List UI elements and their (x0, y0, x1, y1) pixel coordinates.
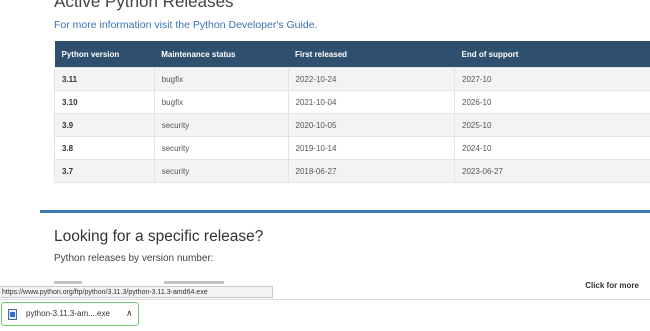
release-end-of-support: 2027-10 (455, 68, 650, 91)
release-first-released: 2020-10-05 (288, 114, 455, 137)
release-end-of-support: 2023-06-27 (455, 160, 650, 183)
section-divider (40, 210, 650, 213)
table-row: 3.9 security 2020-10-05 2025-10 (55, 114, 650, 137)
table-row: 3.7 security 2018-06-27 2023-06-27 (55, 160, 650, 183)
specific-release-title: Looking for a specific release? (54, 228, 263, 246)
chevron-up-icon[interactable]: ∧ (126, 308, 133, 319)
table-row: 3.10 bugfix 2021-10-04 2026-10 (55, 91, 650, 114)
release-version: 3.7 (55, 160, 155, 183)
click-for-more-link[interactable]: Click for more (585, 281, 639, 290)
file-icon (8, 309, 17, 320)
table-header-row: Python version Maintenance status First … (55, 41, 650, 68)
developer-guide-link[interactable]: For more information visit the Python De… (54, 19, 317, 31)
release-version: 3.10 (55, 91, 155, 114)
release-status: security (154, 160, 288, 183)
status-bar-url: https://www.python.org/ftp/python/3.11.3… (0, 286, 273, 298)
header-end-of-support: End of support (455, 41, 650, 68)
release-first-released: 2018-06-27 (288, 160, 455, 183)
table-row: 3.11 bugfix 2022-10-24 2027-10 (55, 68, 650, 91)
release-end-of-support: 2026-10 (455, 91, 650, 114)
release-status: security (154, 137, 288, 160)
header-first-released: First released (288, 41, 455, 68)
table-row: 3.8 security 2019-10-14 2024-10 (55, 137, 650, 160)
release-end-of-support: 2025-10 (455, 114, 650, 137)
release-version: 3.11 (55, 68, 155, 91)
release-version: 3.9 (55, 114, 155, 137)
partially-hidden-release-row (54, 281, 274, 285)
header-python-version: Python version (55, 41, 155, 68)
releases-table: Python version Maintenance status First … (54, 41, 650, 183)
info-line: For more information visit the Python De… (54, 19, 317, 31)
download-file-name: python-3.11.3-am....exe (26, 309, 110, 318)
download-item[interactable]: python-3.11.3-am....exe ∧ (1, 302, 139, 326)
release-first-released: 2019-10-14 (288, 137, 455, 160)
release-status: security (154, 114, 288, 137)
page-heading: Active Python Releases (54, 0, 234, 12)
release-end-of-support: 2024-10 (455, 137, 650, 160)
release-version: 3.8 (55, 137, 155, 160)
specific-release-subtitle: Python releases by version number: (54, 253, 214, 264)
header-maintenance-status: Maintenance status (154, 41, 288, 68)
release-first-released: 2022-10-24 (288, 68, 455, 91)
release-first-released: 2021-10-04 (288, 91, 455, 114)
release-status: bugfix (154, 91, 288, 114)
release-status: bugfix (154, 68, 288, 91)
